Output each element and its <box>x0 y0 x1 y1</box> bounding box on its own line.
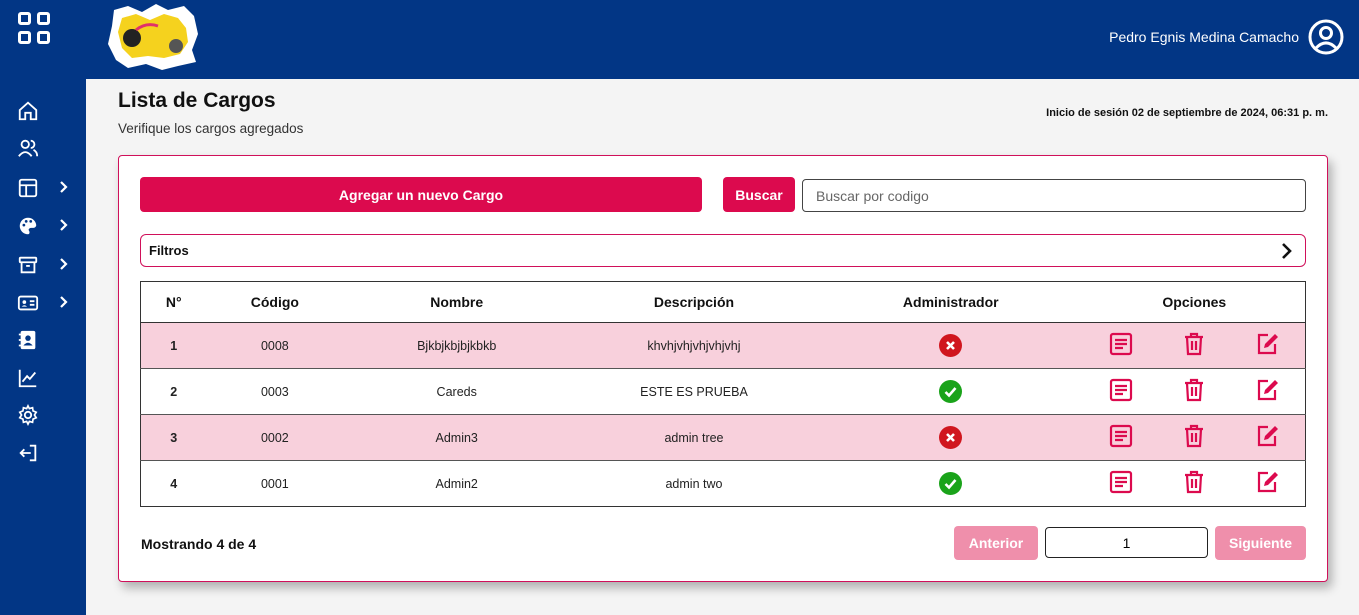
search-input[interactable] <box>802 179 1306 212</box>
x-circle-icon <box>939 334 963 357</box>
row-codigo: 0002 <box>206 414 344 461</box>
table-row: 2 0003 Careds ESTE ES PRUEBA <box>140 368 1306 415</box>
row-nombre: Careds <box>343 368 571 415</box>
row-number: 1 <box>140 322 207 369</box>
contact-book-icon <box>18 330 36 350</box>
row-administrador <box>817 322 1084 369</box>
sidebar-item-layout[interactable] <box>17 176 73 200</box>
apps-grid-icon[interactable] <box>18 12 50 44</box>
chart-line-icon <box>18 369 37 388</box>
gear-icon <box>18 404 38 426</box>
filters-label: Filtros <box>149 243 189 258</box>
add-cargo-button[interactable]: Agregar un nuevo Cargo <box>140 177 702 212</box>
sidebar-item-logout[interactable] <box>17 441 73 465</box>
logout-icon <box>19 444 37 462</box>
id-card-icon <box>17 295 39 311</box>
sidebar-item-home[interactable] <box>17 99 73 123</box>
previous-page-button[interactable]: Anterior <box>954 526 1038 560</box>
row-number: 4 <box>140 460 207 507</box>
next-page-button[interactable]: Siguiente <box>1215 526 1306 560</box>
sidebar-item-reports[interactable] <box>17 366 73 390</box>
edit-icon[interactable] <box>1255 423 1281 452</box>
session-info: Inicio de sesión 02 de septiembre de 202… <box>1046 107 1328 119</box>
x-circle-icon <box>939 426 963 449</box>
row-nombre: Admin2 <box>343 460 571 507</box>
table-header-row: N° Código Nombre Descripción Administrad… <box>140 281 1306 323</box>
row-number: 2 <box>140 368 207 415</box>
chevron-right-icon <box>60 258 68 270</box>
edit-icon[interactable] <box>1255 331 1281 360</box>
layout-icon <box>18 178 38 198</box>
row-descripcion: admin tree <box>570 414 818 461</box>
view-details-icon[interactable] <box>1108 377 1134 406</box>
user-menu[interactable]: Pedro Egnis Medina Camacho <box>1109 18 1345 56</box>
sidebar-item-contacts[interactable] <box>17 328 73 352</box>
top-bar: Pedro Egnis Medina Camacho <box>0 0 1359 79</box>
table-row: 4 0001 Admin2 admin two <box>140 460 1306 507</box>
edit-icon[interactable] <box>1255 377 1281 406</box>
row-descripcion: khvhjvhjvhjvhjvhj <box>570 322 818 369</box>
filters-toggle[interactable]: Filtros <box>140 234 1306 267</box>
row-opciones <box>1083 460 1306 507</box>
chevron-right-icon <box>60 296 68 308</box>
cargos-table: N° Código Nombre Descripción Administrad… <box>140 281 1306 507</box>
column-header-nombre: Nombre <box>343 281 571 323</box>
user-avatar-icon[interactable] <box>1307 18 1345 56</box>
row-opciones <box>1083 322 1306 369</box>
column-header-n: N° <box>140 281 207 323</box>
search-button[interactable]: Buscar <box>723 177 795 212</box>
user-name: Pedro Egnis Medina Camacho <box>1109 29 1299 45</box>
palette-icon <box>19 217 37 235</box>
row-codigo: 0008 <box>206 322 344 369</box>
table-row: 1 0008 Bjkbjkbjbjkbkb khvhjvhjvhjvhjvhj <box>140 322 1306 369</box>
home-icon <box>18 101 38 121</box>
page-subtitle: Verifique los cargos agregados <box>118 121 304 136</box>
row-opciones <box>1083 414 1306 461</box>
view-details-icon[interactable] <box>1108 469 1134 498</box>
row-nombre: Admin3 <box>343 414 571 461</box>
trash-icon[interactable] <box>1181 469 1207 498</box>
view-details-icon[interactable] <box>1108 423 1134 452</box>
row-nombre: Bjkbjkbjbjkbkb <box>343 322 571 369</box>
sidebar-item-users[interactable] <box>17 136 73 160</box>
row-administrador <box>817 368 1084 415</box>
check-circle-icon <box>939 380 963 403</box>
trash-icon[interactable] <box>1181 377 1207 406</box>
row-administrador <box>817 460 1084 507</box>
page-title: Lista de Cargos <box>118 89 276 112</box>
cargos-card: Agregar un nuevo Cargo Buscar Filtros N°… <box>118 155 1328 582</box>
chevron-right-icon <box>60 219 68 231</box>
sidebar-item-id-card[interactable] <box>17 291 73 315</box>
sidebar <box>0 79 86 615</box>
column-header-administrador: Administrador <box>817 281 1084 323</box>
sidebar-item-palette[interactable] <box>17 214 73 238</box>
chevron-right-icon <box>1282 242 1292 259</box>
view-details-icon[interactable] <box>1108 331 1134 360</box>
users-icon <box>18 139 39 157</box>
row-codigo: 0003 <box>206 368 344 415</box>
table-row: 3 0002 Admin3 admin tree <box>140 414 1306 461</box>
check-circle-icon <box>939 472 963 495</box>
column-header-codigo: Código <box>206 281 344 323</box>
edit-icon[interactable] <box>1255 469 1281 498</box>
row-administrador <box>817 414 1084 461</box>
row-opciones <box>1083 368 1306 415</box>
sidebar-item-settings[interactable] <box>17 403 73 427</box>
chevron-right-icon <box>60 181 68 193</box>
sidebar-item-archive[interactable] <box>17 253 73 277</box>
trash-icon[interactable] <box>1181 423 1207 452</box>
archive-icon <box>18 256 38 274</box>
row-number: 3 <box>140 414 207 461</box>
bombita-logo[interactable] <box>106 4 200 70</box>
page-number-input[interactable] <box>1045 527 1208 558</box>
column-header-opciones: Opciones <box>1083 281 1306 323</box>
showing-count: Mostrando 4 de 4 <box>141 536 257 552</box>
trash-icon[interactable] <box>1181 331 1207 360</box>
column-header-descripcion: Descripción <box>570 281 818 323</box>
row-codigo: 0001 <box>206 460 344 507</box>
row-descripcion: ESTE ES PRUEBA <box>570 368 818 415</box>
row-descripcion: admin two <box>570 460 818 507</box>
